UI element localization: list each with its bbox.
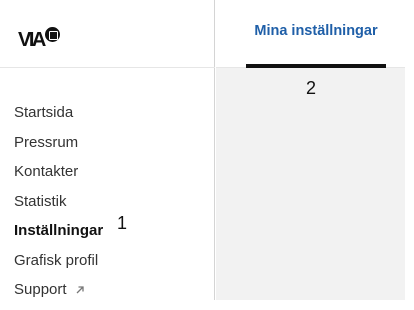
logo[interactable]: VIA xyxy=(18,27,60,53)
annotation-marker-2: 2 xyxy=(306,78,317,98)
main-content: Mina inställningar xyxy=(216,0,405,300)
sidebar: VIA Startsida Pressrum Kontakter Statist… xyxy=(0,0,215,300)
tab-mina-installningar[interactable]: Mina inställningar xyxy=(246,0,386,68)
sidebar-item-label: Statistik xyxy=(14,192,67,210)
sidebar-item-label: Inställningar xyxy=(14,222,104,240)
sidebar-item-pressrum[interactable]: Pressrum xyxy=(14,128,103,158)
sidebar-item-support[interactable]: Support xyxy=(14,275,103,305)
sidebar-item-startsida[interactable]: Startsida xyxy=(14,98,103,128)
sidebar-item-label: Startsida xyxy=(14,104,74,122)
annotation-marker-1: 1 xyxy=(117,213,128,233)
active-tab-indicator xyxy=(246,64,386,68)
sidebar-header: VIA xyxy=(0,0,215,68)
logo-badge-icon xyxy=(44,27,60,42)
tab-bar: Mina inställningar xyxy=(216,0,405,68)
sidebar-item-label: Kontakter xyxy=(14,163,79,181)
tab-label: Mina inställningar xyxy=(254,23,378,39)
logo-text: VIA xyxy=(18,29,46,51)
sidebar-item-statistik[interactable]: Statistik xyxy=(14,187,103,217)
sidebar-item-label: Grafisk profil xyxy=(14,251,99,269)
sidebar-item-grafisk-profil[interactable]: Grafisk profil xyxy=(14,246,103,276)
sidebar-item-label: Pressrum xyxy=(14,133,79,151)
sidebar-item-installningar[interactable]: Inställningar xyxy=(14,216,103,246)
external-link-icon xyxy=(76,286,84,294)
sidebar-item-kontakter[interactable]: Kontakter xyxy=(14,157,103,187)
sidebar-item-label: Support xyxy=(14,281,67,299)
sidebar-nav: Startsida Pressrum Kontakter Statistik I… xyxy=(14,98,103,305)
